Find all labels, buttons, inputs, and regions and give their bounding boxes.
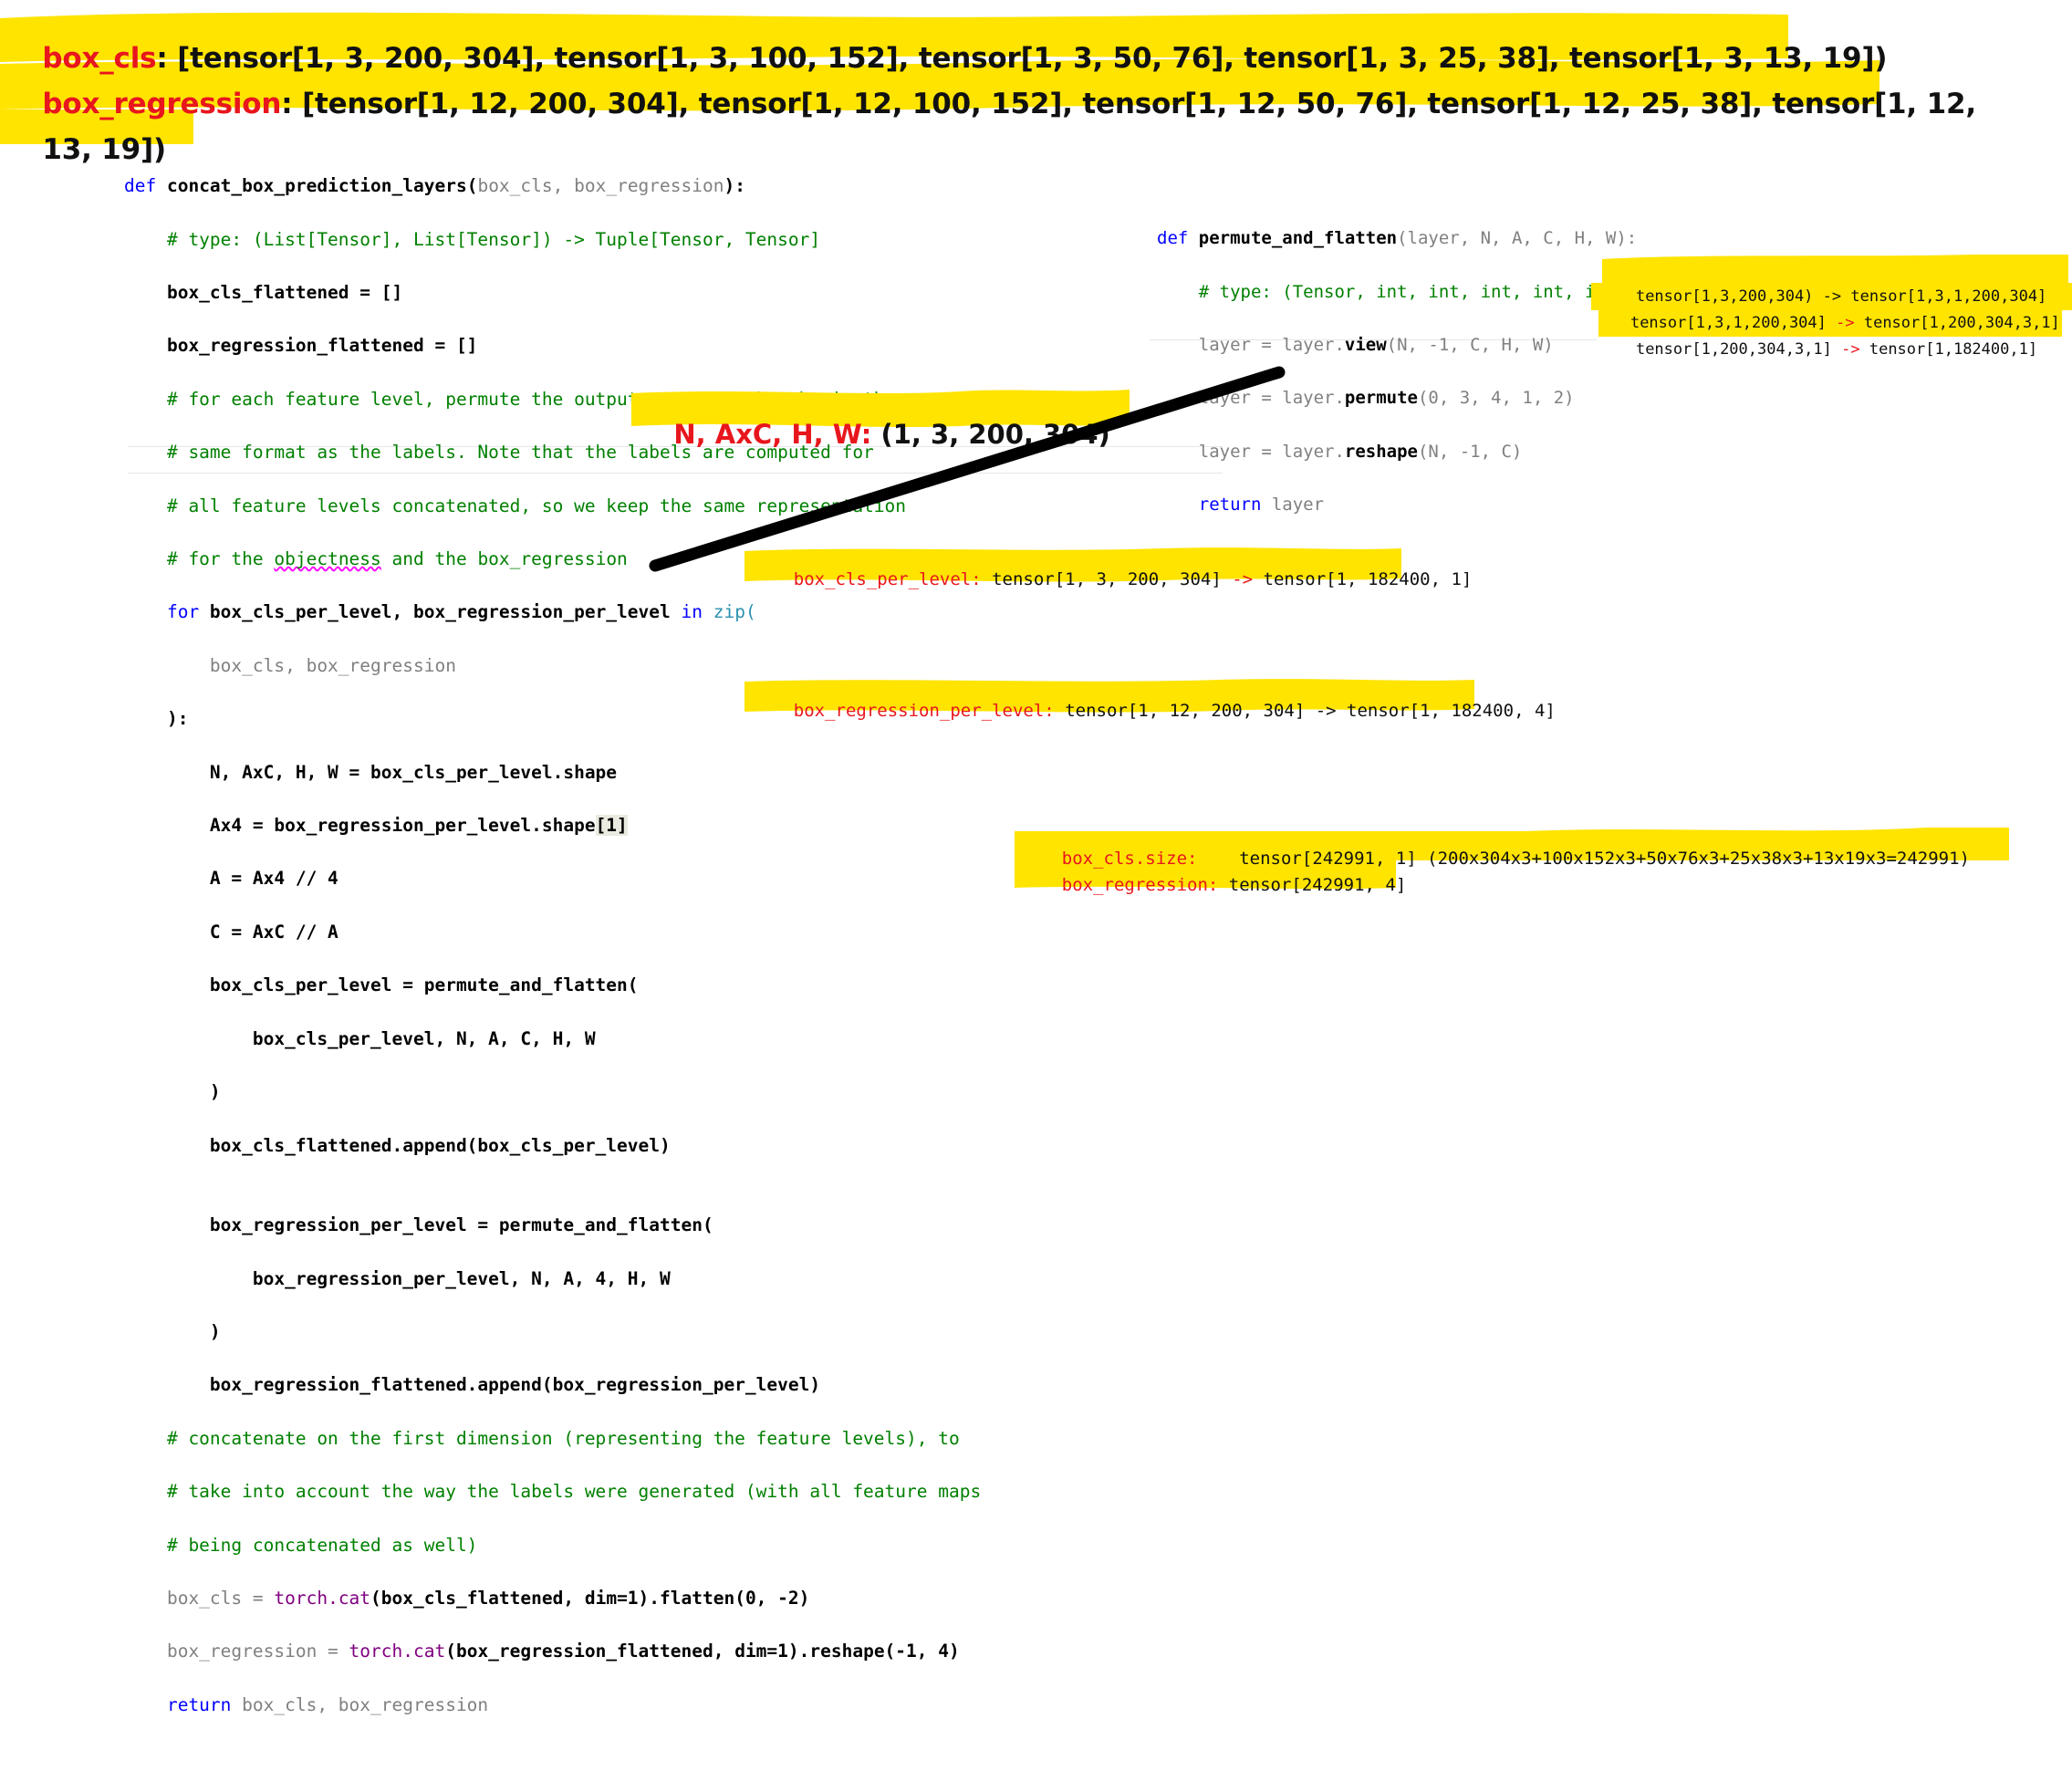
code-line-comment-7: # being concatenated as well) <box>124 1534 478 1556</box>
code-line-cat-reg: box_regression = torch.cat(box_regressio… <box>124 1641 960 1662</box>
code-line-cls-permute-args: box_cls_per_level, N, A, C, H, W <box>124 1027 596 1049</box>
size-note-reg-key: box_regression: <box>1061 875 1219 895</box>
header-value-box-regression: : [tensor[1, 12, 200, 304], tensor[1, 12… <box>281 87 1976 120</box>
code-line-type-comment: # type: (List[Tensor], List[Tensor]) -> … <box>124 228 821 250</box>
reg-per-level-value: tensor[1, 12, 200, 304] -> tensor[1, 182… <box>1054 701 1556 721</box>
code-line-ax4: Ax4 = box_regression_per_level.shape[1] <box>124 815 628 837</box>
code-line-cat-cls: box_cls = torch.cat(box_cls_flattened, d… <box>124 1587 810 1609</box>
size-note-box-regression: box_regression: tensor[242991, 4] <box>1020 855 1407 915</box>
code-line-zip-args: box_cls, box_regression <box>124 654 456 676</box>
cls-per-level-key: box_cls_per_level: <box>793 569 982 589</box>
reg-per-level-note: box_regression_per_level: tensor[1, 12, … <box>752 681 1556 741</box>
code-line-a: A = Ax4 // 4 <box>124 868 338 890</box>
code-line-cls-append: box_cls_flattened.append(box_cls_per_lev… <box>124 1134 671 1156</box>
code-line-cls-permute-call: box_cls_per_level = permute_and_flatten( <box>124 974 639 996</box>
code-line-cls-permute-close: ) <box>124 1081 221 1103</box>
header-line-box-regression: box_regression: [tensor[1, 12, 200, 304]… <box>4 57 1976 151</box>
code-line-reg-permute-close: ) <box>124 1320 221 1342</box>
cls-per-level-note: box_cls_per_level: tensor[1, 3, 200, 304… <box>793 569 1473 589</box>
code-line-cls-flattened: box_cls_flattened = [] <box>124 282 403 304</box>
code-line-reg-permute-call: box_regression_per_level = permute_and_f… <box>124 1214 713 1236</box>
code-line-return: return box_cls, box_regression <box>124 1693 489 1715</box>
annotated-code-screenshot: box_cls: [tensor[1, 3, 200, 304], tensor… <box>0 0 2072 1715</box>
bracket-match-highlight: [1] <box>595 815 628 837</box>
permute-note-reshape: tensor[1,200,304,3,1] -> tensor[1,182400… <box>1635 340 2038 359</box>
code-line-comment-5: # concatenate on the first dimension (re… <box>124 1427 960 1449</box>
size-note-reg-value: tensor[242991, 4] <box>1218 875 1407 895</box>
reg-per-level-key: box_regression_per_level: <box>793 701 1055 721</box>
code-line-comment-6: # take into account the way the labels w… <box>124 1481 982 1503</box>
code-line-def: def concat_box_prediction_layers(box_cls… <box>124 175 745 197</box>
code-line-reg-permute-args: box_regression_per_level, N, A, 4, H, W <box>124 1267 671 1289</box>
code-line-shape-unpack: N, AxC, H, W = box_cls_per_level.shape <box>124 761 618 783</box>
permute-line-def: def permute_and_flatten(layer, N, A, C, … <box>1157 228 1638 249</box>
code-line-c: C = AxC // A <box>124 921 338 943</box>
code-line-reg-append: box_regression_flattened.append(box_regr… <box>124 1374 821 1396</box>
spellcheck-squiggle: objectness <box>274 548 381 570</box>
